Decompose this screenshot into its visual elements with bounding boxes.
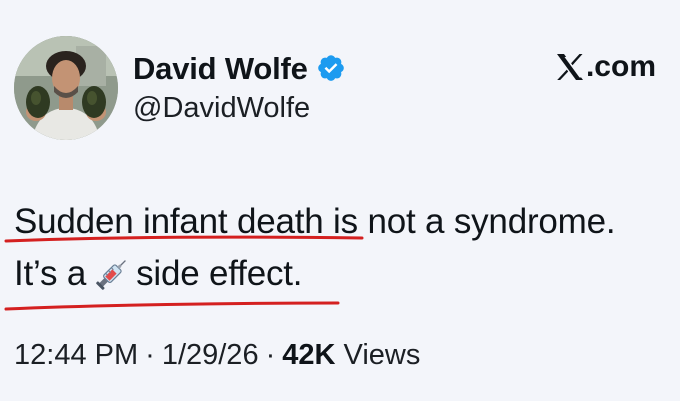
avatar-photo [14,36,118,140]
tweet-line-1-rest: is not a syndrome. [323,202,616,241]
meta-separator: · [265,339,276,371]
syringe-icon [92,254,132,290]
tweet-time[interactable]: 12:44 PM [14,339,138,371]
tweet-meta: 12:44 PM · 1/29/26 · 42K Views [14,341,420,370]
tweet-card: David Wolfe @DavidWolfe .com Sudden infa… [0,0,680,401]
author-name-row: David Wolfe [133,48,346,88]
tweet-text: Sudden infant death is not a syndrome. I… [14,196,616,300]
tweet-line-2: It’s a side effect. [14,248,615,300]
views-label: Views [335,339,421,371]
avatar[interactable] [14,36,118,140]
x-brand: .com [555,52,656,82]
author-display-name[interactable]: David Wolfe [133,53,308,84]
tweet-line-1: Sudden infant death is not a syndrome. [14,196,616,248]
meta-separator: · [145,339,155,371]
verified-badge-icon [316,53,346,83]
author-handle[interactable]: @DavidWolfe [133,94,310,123]
tweet-line-2-start: It’s a [14,254,87,293]
underline-stroke-2 [4,301,340,311]
brand-domain: .com [585,50,656,83]
x-logo-icon [555,53,585,81]
tweet-line-2-rest: side effect. [136,254,303,293]
views-count[interactable]: 42K [282,339,335,371]
tweet-highlighted-phrase: Sudden infant death [14,202,324,241]
tweet-date[interactable]: 1/29/26 [162,339,259,371]
